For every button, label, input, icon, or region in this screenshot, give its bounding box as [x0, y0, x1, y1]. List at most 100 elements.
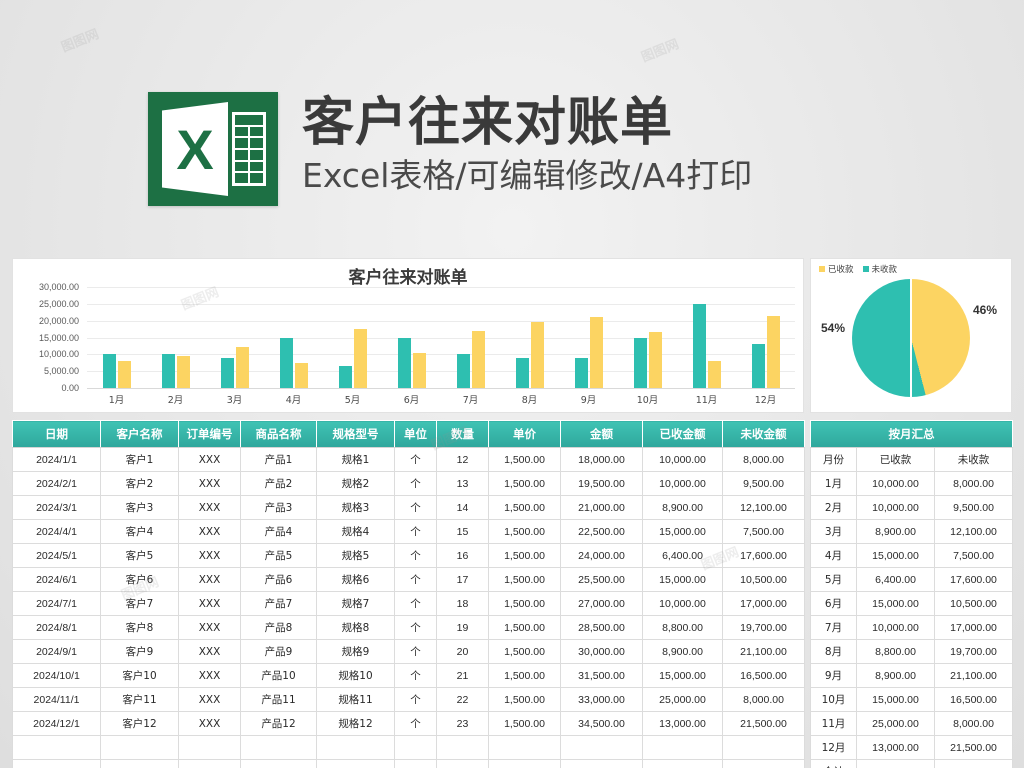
summary-row[interactable]: 1月 10,000.00 8,000.00	[810, 471, 1014, 496]
table-cell[interactable]: 产品6	[240, 567, 317, 592]
table-cell[interactable]: 25,000.00	[642, 687, 723, 712]
summary-cell[interactable]: 21,100.00	[933, 663, 1014, 688]
table-cell[interactable]: 19,500.00	[560, 471, 643, 496]
table-cell[interactable]: 6,400.00	[642, 543, 723, 568]
summary-column-header[interactable]: 月份	[810, 447, 857, 472]
table-cell[interactable]: 21	[436, 663, 489, 688]
table-cell[interactable]	[100, 735, 179, 760]
summary-cell[interactable]: 8,000.00	[933, 711, 1014, 736]
table-cell[interactable]: 13	[436, 471, 489, 496]
table-cell[interactable]: 产品3	[240, 495, 317, 520]
table-row[interactable]: 2024/2/1 客户2 XXX 产品2 规格2 个 13 1,500.00 19,500.00…	[12, 471, 805, 496]
summary-cell[interactable]: 15,000.00	[856, 543, 935, 568]
table-cell[interactable]: 28,500.00	[560, 615, 643, 640]
table-cell[interactable]: 客户11	[100, 687, 179, 712]
table-cell[interactable]: 产品12	[240, 711, 317, 736]
summary-row[interactable]: 12月 13,000.00 21,500.00	[810, 735, 1014, 760]
table-cell[interactable]: 27,000.00	[560, 591, 643, 616]
table-cell[interactable]: XXX	[178, 591, 241, 616]
table-cell[interactable]: 个	[394, 471, 437, 496]
table-cell[interactable]: 产品11	[240, 687, 317, 712]
table-cell[interactable]: 1,500.00	[488, 687, 561, 712]
table-cell[interactable]: 2024/5/1	[12, 543, 101, 568]
table-row[interactable]: 2024/6/1 客户6 XXX 产品6 规格6 个 17 1,500.00 25,500.00…	[12, 567, 805, 592]
table-cell[interactable]: 个	[394, 495, 437, 520]
table-cell[interactable]: 规格10	[316, 663, 395, 688]
summary-cell[interactable]: 21,500.00	[933, 735, 1014, 760]
table-cell[interactable]: 21,500.00	[722, 711, 805, 736]
summary-row[interactable]: 10月 15,000.00 16,500.00	[810, 687, 1014, 712]
summary-cell[interactable]: 16,500.00	[933, 687, 1014, 712]
table-cell[interactable]: XXX	[178, 543, 241, 568]
table-cell[interactable]: 客户7	[100, 591, 179, 616]
summary-cell[interactable]: 19,700.00	[933, 639, 1014, 664]
table-cell[interactable]: 12,100.00	[722, 495, 805, 520]
summary-column-header[interactable]: 已收款	[856, 447, 935, 472]
table-cell[interactable]: 产品9	[240, 639, 317, 664]
table-cell[interactable]: 25,500.00	[560, 567, 643, 592]
table-cell[interactable]	[316, 759, 395, 768]
table-cell[interactable]: 14	[436, 495, 489, 520]
table-cell[interactable]: 个	[394, 447, 437, 472]
table-cell[interactable]: 2024/6/1	[12, 567, 101, 592]
table-cell[interactable]: 18	[436, 591, 489, 616]
table-cell[interactable]: 规格3	[316, 495, 395, 520]
summary-cell[interactable]: 146,000.00	[856, 759, 935, 768]
table-cell[interactable]: XXX	[178, 567, 241, 592]
table-column-header[interactable]: 金额	[560, 420, 643, 448]
table-cell[interactable]: XXX	[178, 663, 241, 688]
table-cell[interactable]	[178, 759, 241, 768]
table-cell[interactable]: 1,500.00	[488, 711, 561, 736]
table-cell[interactable]: 17	[436, 567, 489, 592]
table-cell[interactable]: 个	[394, 591, 437, 616]
bar-chart-panel[interactable]: 客户往来对账单 0.00 5,000.00 10,000.00 15,000.00 20…	[12, 258, 804, 413]
table-cell[interactable]: 1,500.00	[488, 495, 561, 520]
table-cell[interactable]: 个	[394, 687, 437, 712]
summary-cell[interactable]: 12月	[810, 735, 857, 760]
table-cell[interactable]: 规格1	[316, 447, 395, 472]
table-cell[interactable]: 33,000.00	[560, 687, 643, 712]
pie-chart-panel[interactable]: 已收款 未收款 46% 54%	[810, 258, 1012, 413]
table-cell[interactable]: 规格9	[316, 639, 395, 664]
table-cell[interactable]: XXX	[178, 687, 241, 712]
table-cell[interactable]: 15,000.00	[642, 663, 723, 688]
table-cell[interactable]: 1,500.00	[488, 591, 561, 616]
table-cell[interactable]: XXX	[178, 711, 241, 736]
table-cell[interactable]: 12	[436, 447, 489, 472]
summary-cell[interactable]: 8,800.00	[856, 639, 935, 664]
summary-cell[interactable]: 17,600.00	[933, 567, 1014, 592]
statement-table[interactable]: 日期 客户名称 订单编号 商品名称 规格型号 单位 数量 单价 金额 已收金额 未收金额 2024/…	[12, 420, 805, 768]
table-cell[interactable]: 2024/8/1	[12, 615, 101, 640]
table-cell[interactable]	[394, 735, 437, 760]
table-column-header[interactable]: 单位	[394, 420, 437, 448]
summary-row[interactable]: 8月 8,800.00 19,700.00	[810, 639, 1014, 664]
summary-cell[interactable]: 6月	[810, 591, 857, 616]
table-column-header[interactable]: 订单编号	[178, 420, 241, 448]
table-row[interactable]: 2024/5/1 客户5 XXX 产品5 规格5 个 16 1,500.00 24,000.00…	[12, 543, 805, 568]
summary-cell[interactable]: 7,500.00	[933, 543, 1014, 568]
table-cell[interactable]	[240, 735, 317, 760]
summary-cell[interactable]: 合计	[810, 759, 857, 768]
table-cell[interactable]: 个	[394, 663, 437, 688]
table-row[interactable]: 2024/9/1 客户9 XXX 产品9 规格9 个 20 1,500.00 30,000.00…	[12, 639, 805, 664]
table-cell[interactable]: 1,500.00	[488, 639, 561, 664]
table-row[interactable]: 2024/1/1 客户1 XXX 产品1 规格1 个 12 1,500.00 18,000.00…	[12, 447, 805, 472]
table-cell[interactable]: 2024/9/1	[12, 639, 101, 664]
table-cell[interactable]	[316, 735, 395, 760]
table-row[interactable]: 2024/8/1 客户8 XXX 产品8 规格8 个 19 1,500.00 28,500.00…	[12, 615, 805, 640]
summary-row[interactable]: 5月 6,400.00 17,600.00	[810, 567, 1014, 592]
table-cell[interactable]	[12, 735, 101, 760]
table-cell[interactable]: 产品1	[240, 447, 317, 472]
summary-cell[interactable]: 3月	[810, 519, 857, 544]
table-cell[interactable]: 客户12	[100, 711, 179, 736]
table-row[interactable]: 2024/3/1 客户3 XXX 产品3 规格3 个 14 1,500.00 21,000.00…	[12, 495, 805, 520]
summary-cell[interactable]: 11月	[810, 711, 857, 736]
summary-cell[interactable]: 15,000.00	[856, 591, 935, 616]
table-cell[interactable]: 客户6	[100, 567, 179, 592]
table-cell[interactable]	[488, 759, 561, 768]
table-cell[interactable]: 客户8	[100, 615, 179, 640]
table-column-header[interactable]: 数量	[436, 420, 489, 448]
table-row[interactable]	[12, 759, 805, 768]
table-column-header[interactable]: 日期	[12, 420, 101, 448]
table-cell[interactable]: 10,000.00	[642, 591, 723, 616]
